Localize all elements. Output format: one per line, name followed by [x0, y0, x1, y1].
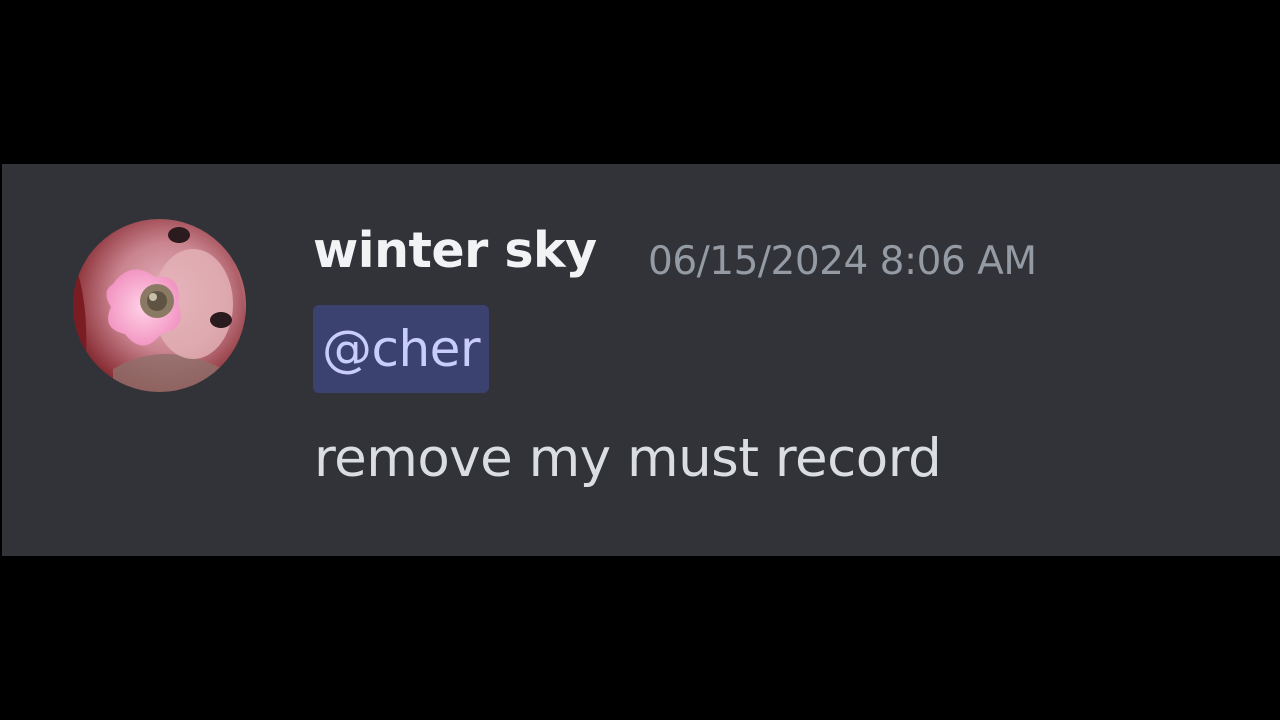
message-timestamp: 06/15/2024 8:06 AM	[648, 239, 1037, 284]
screen: winter sky 06/15/2024 8:06 AM @cher remo…	[0, 0, 1280, 720]
user-avatar[interactable]	[73, 219, 246, 392]
chat-message: winter sky 06/15/2024 8:06 AM @cher remo…	[2, 164, 1280, 556]
user-mention[interactable]: @cher	[313, 305, 489, 393]
avatar-image-icon	[73, 219, 246, 392]
author-username[interactable]: winter sky	[313, 226, 597, 275]
message-content: remove my must record	[314, 428, 942, 489]
